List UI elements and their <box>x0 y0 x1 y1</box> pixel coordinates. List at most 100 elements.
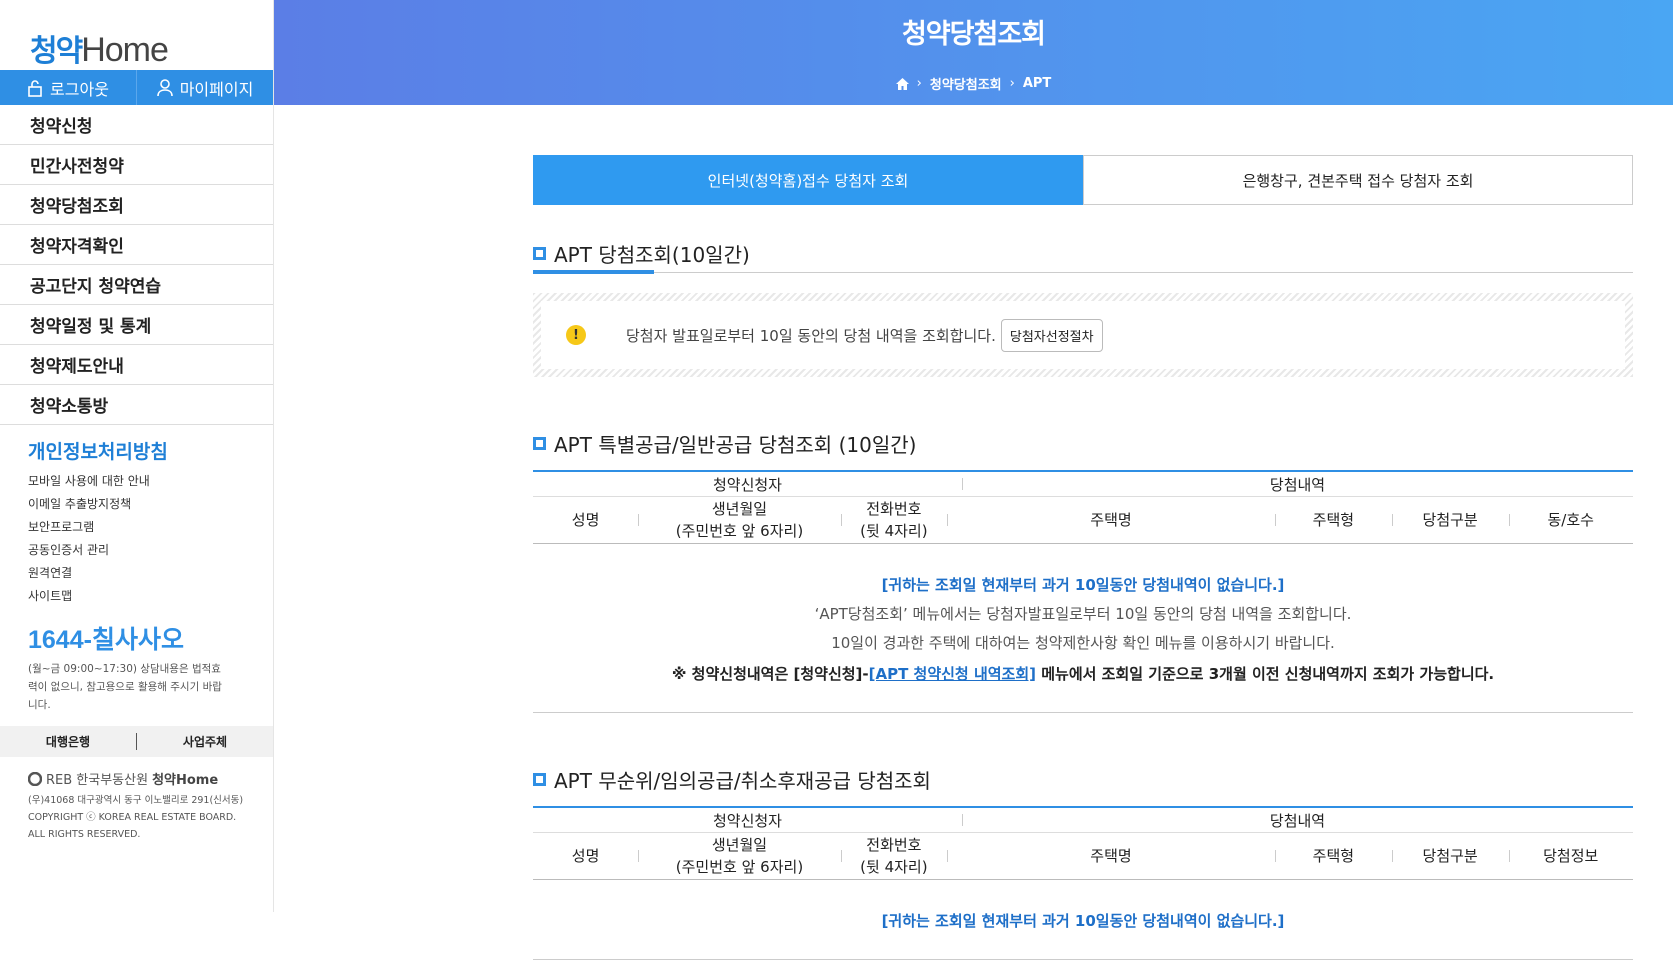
empty-message: [귀하는 조회일 현재부터 과거 10일동안 당첨내역이 없습니다.] <box>881 912 1285 930</box>
link-security[interactable]: 보안프로그램 <box>28 516 273 539</box>
col-house: 주택명 <box>946 833 1275 879</box>
logout-button[interactable]: 로그아웃 <box>0 70 136 105</box>
home-icon[interactable] <box>895 77 909 90</box>
tab-bank[interactable]: 은행창구, 견본주택 접수 당첨자 조회 <box>1083 155 1633 205</box>
empty-message: [귀하는 조회일 현재부터 과거 10일동안 당첨내역이 없습니다.] <box>881 576 1285 594</box>
logo-korean: 청약 <box>30 34 83 69</box>
col-birth-sub: (주민번호 앞 6자리) <box>675 522 804 540</box>
col-group-applicant: 청약신청자 <box>712 811 782 830</box>
empty-result-unranked: [귀하는 조회일 현재부터 과거 10일동안 당첨내역이 없습니다.] <box>533 880 1633 960</box>
sidebar-item-apply[interactable]: 청약신청 <box>0 105 273 145</box>
history-note-pre: ※ 청약신청내역은 [청약신청]- <box>671 665 869 683</box>
col-info: 당첨정보 <box>1508 833 1633 879</box>
section1-title: APT 당첨조회(10일간) <box>554 243 750 267</box>
col-phone-sub: (뒷 4자리) <box>860 858 928 876</box>
history-note-post: 메뉴에서 조회일 기준으로 3개월 이전 신청내역까지 조회가 가능합니다. <box>1036 665 1495 683</box>
operator-link[interactable]: 사업주체 <box>136 733 273 750</box>
empty-desc-1: ‘APT당첨조회’ 메뉴에서는 당첨자발표일로부터 10일 동안의 당첨 내역을… <box>814 605 1352 623</box>
sidebar-item-eligibility[interactable]: 청약자격확인 <box>0 225 273 265</box>
col-name: 성명 <box>571 511 600 529</box>
col-group-result: 당첨내역 <box>962 808 1633 832</box>
notice-box: ! 당첨자 발표일로부터 10일 동안의 당첨 내역을 조회합니다. 당첨자선정… <box>533 293 1633 377</box>
sidebar-menu: 청약신청 민간사전청약 청약당첨조회 청약자격확인 공고단지 청약연습 청약일정… <box>0 105 273 425</box>
col-type: 주택형 <box>1275 497 1392 543</box>
section-heading-unranked: APT 무순위/임의공급/취소후재공급 당첨조회 <box>533 765 1633 794</box>
mypage-button[interactable]: 마이페이지 <box>136 70 273 105</box>
col-birth: 생년월일 (주민번호 앞 6자리) <box>638 497 841 543</box>
link-email-policy[interactable]: 이메일 추출방지정책 <box>28 493 273 516</box>
section3-title: APT 무순위/임의공급/취소후재공급 당첨조회 <box>554 769 931 793</box>
col-unit: 동/호수 <box>1508 497 1633 543</box>
chevron-right-icon: › <box>1009 76 1015 91</box>
footer-address-block: (우)41068 대구광역시 동구 이노밸리로 291(신서동) COPYRIG… <box>28 792 273 843</box>
copyright-line2: ALL RIGHTS RESERVED. <box>28 829 141 840</box>
empty-result-general: [귀하는 조회일 현재부터 과거 10일동안 당첨내역이 없습니다.] ‘APT… <box>533 544 1633 713</box>
col-phone-label: 전화번호 <box>866 500 922 518</box>
logout-label: 로그아웃 <box>50 79 109 99</box>
site-logo[interactable]: 청약 Home <box>0 0 273 70</box>
mypage-label: 마이페이지 <box>179 79 254 99</box>
apt-history-link[interactable]: [APT 청약신청 내역조회] <box>869 665 1036 683</box>
footer-links: 모바일 사용에 대한 안내 이메일 추출방지정책 보안프로그램 공동인증서 관리… <box>28 470 273 608</box>
col-category: 당첨구분 <box>1391 833 1509 879</box>
col-type: 주택형 <box>1275 833 1392 879</box>
empty-desc-2: 10일이 경과한 주택에 대하여는 청약제한사항 확인 메뉴를 이용하시기 바랍… <box>831 634 1335 652</box>
heading-underline <box>533 270 654 274</box>
user-icon <box>156 78 173 96</box>
sidebar-item-pre-apply[interactable]: 민간사전청약 <box>0 145 273 185</box>
col-house: 주택명 <box>946 497 1275 543</box>
square-bullet-icon <box>533 773 546 786</box>
sidebar-item-practice[interactable]: 공고단지 청약연습 <box>0 265 273 305</box>
tab-bar: 인터넷(청약홈)접수 당첨자 조회 은행창구, 견본주택 접수 당첨자 조회 <box>533 155 1633 205</box>
breadcrumb: › 청약당첨조회 › APT <box>274 74 1673 93</box>
link-mobile[interactable]: 모바일 사용에 대한 안내 <box>28 470 273 493</box>
col-phone: 전화번호 (뒷 4자리) <box>840 497 947 543</box>
bank-link[interactable]: 대행은행 <box>0 733 136 750</box>
page-header: 청약당첨조회 › 청약당첨조회 › APT <box>274 0 1673 105</box>
page-title: 청약당첨조회 <box>901 19 1046 50</box>
contact-phone: 1644-칠사사오 <box>28 626 184 654</box>
main-content: 인터넷(청약홈)접수 당첨자 조회 은행창구, 견본주택 접수 당첨자 조회 A… <box>533 155 1633 960</box>
col-birth-label: 생년월일 <box>711 500 768 518</box>
link-certificate[interactable]: 공동인증서 관리 <box>28 539 273 562</box>
footer-brand: 청약Home <box>152 773 219 788</box>
col-name: 성명 <box>571 847 600 865</box>
bank-bar: 대행은행 사업주체 <box>0 726 273 757</box>
footer-address: (우)41068 대구광역시 동구 이노밸리로 291(신서동) <box>28 795 244 806</box>
footer-org: REB 한국부동산원 <box>46 773 149 788</box>
col-phone-label: 전화번호 <box>866 836 922 854</box>
sidebar: 청약 Home 로그아웃 마이페이지 청약신청 민간사전청약 청약당첨조회 청약자… <box>0 0 274 912</box>
sidebar-item-schedule[interactable]: 청약일정 및 통계 <box>0 305 273 345</box>
notice-text: 당첨자 발표일로부터 10일 동안의 당첨 내역을 조회합니다. <box>626 326 996 345</box>
breadcrumb-item-apt[interactable]: APT <box>1023 76 1051 91</box>
sidebar-item-community[interactable]: 청약소통방 <box>0 385 273 425</box>
link-sitemap[interactable]: 사이트맵 <box>28 585 273 608</box>
copyright-line1: COPYRIGHT ⓒ KOREA REAL ESTATE BOARD. <box>28 812 237 823</box>
breadcrumb-item-winner[interactable]: 청약당첨조회 <box>930 74 1002 93</box>
col-phone: 전화번호 (뒷 4자리) <box>840 833 947 879</box>
winner-table-general: 청약신청자 당첨내역 성명 생년월일 (주민번호 앞 6자리) 전화번호 (뒷 4자… <box>533 470 1633 544</box>
section-heading-general: APT 특별공급/일반공급 당첨조회 (10일간) <box>533 429 1633 458</box>
col-birth-sub: (주민번호 앞 6자리) <box>675 858 804 876</box>
tab-internet[interactable]: 인터넷(청약홈)접수 당첨자 조회 <box>533 155 1083 205</box>
user-bar: 로그아웃 마이페이지 <box>0 70 273 105</box>
col-group-applicant: 청약신청자 <box>712 475 782 494</box>
sidebar-item-winner-check[interactable]: 청약당첨조회 <box>0 185 273 225</box>
col-group-result: 당첨내역 <box>962 472 1633 496</box>
selection-procedure-button[interactable]: 당첨자선정절차 <box>1000 318 1103 352</box>
section2-title: APT 특별공급/일반공급 당첨조회 (10일간) <box>554 433 917 457</box>
col-birth-label: 생년월일 <box>711 836 768 854</box>
privacy-policy-link[interactable]: 개인정보처리방침 <box>28 437 273 464</box>
col-phone-sub: (뒷 4자리) <box>860 522 928 540</box>
reb-logo-icon <box>28 771 42 786</box>
sidebar-item-guide[interactable]: 청약제도안내 <box>0 345 273 385</box>
history-note: ※ 청약신청내역은 [청약신청]-[APT 청약신청 내역조회] 메뉴에서 조회… <box>533 663 1633 684</box>
winner-table-unranked: 청약신청자 당첨내역 성명 생년월일 (주민번호 앞 6자리) 전화번호 (뒷 4자… <box>533 806 1633 880</box>
chevron-right-icon: › <box>916 76 922 91</box>
link-remote[interactable]: 원격연결 <box>28 562 273 585</box>
unlock-icon <box>28 79 42 97</box>
exclamation-icon: ! <box>566 325 586 345</box>
square-bullet-icon <box>533 247 546 260</box>
footer-logo: REB 한국부동산원 청약Home <box>28 769 273 788</box>
logo-home: Home <box>81 31 169 69</box>
